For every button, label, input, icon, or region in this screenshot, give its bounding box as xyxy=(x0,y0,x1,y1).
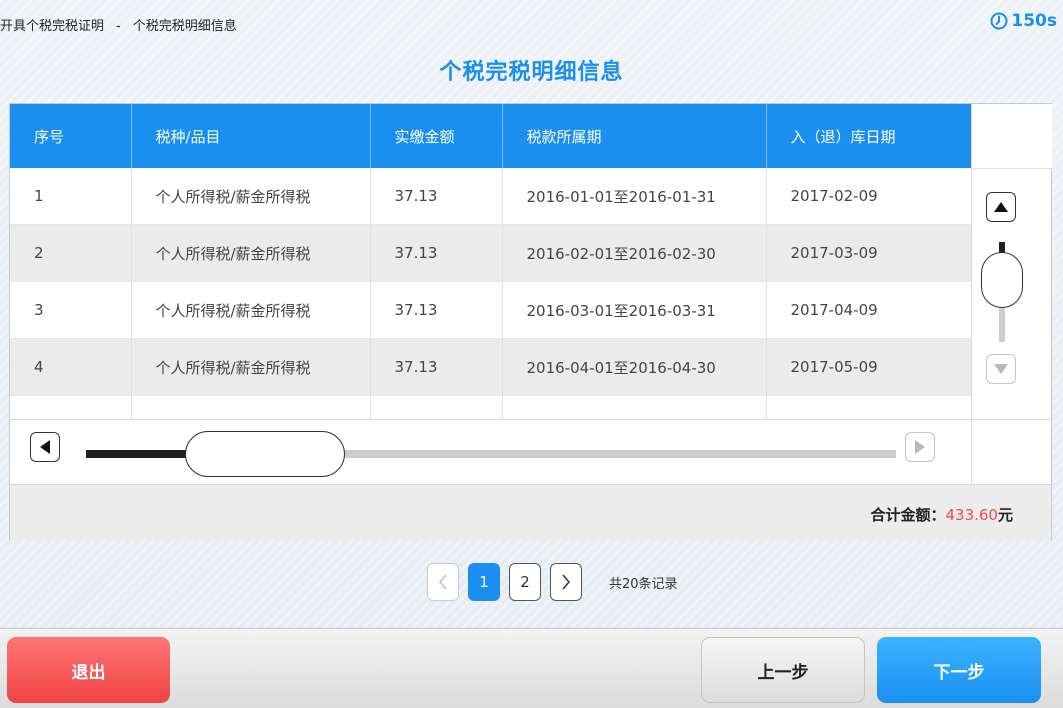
table-cell: 37.13 xyxy=(370,338,503,396)
footer-bar: 退出 上一步 下一步 xyxy=(0,628,1063,708)
scroll-up-button[interactable] xyxy=(986,192,1016,222)
column-header: 序号 xyxy=(10,104,132,168)
table-cell: 3 xyxy=(10,281,132,339)
table-row[interactable]: 3 个人所得税/薪金所得税 37.13 2016-03-01至2016-03-31 20… xyxy=(10,281,971,339)
table-row[interactable]: 1 个人所得税/薪金所得税 37.13 2016-01-01至2016-01-31 20… xyxy=(10,168,971,225)
record-count: 共20条记录 xyxy=(609,576,678,592)
pagination: 12 共20条记录 xyxy=(427,563,678,601)
table-cell xyxy=(502,395,767,419)
table-cell: 个人所得税/薪金所得税 xyxy=(131,281,371,339)
page-number-list: 12 xyxy=(468,563,541,601)
table-cell: 2016-03-01至2016-03-31 xyxy=(502,281,767,339)
table-body: 1 个人所得税/薪金所得税 37.13 2016-01-01至2016-01-31 20… xyxy=(10,168,971,419)
table-cell: 2017-03-09 xyxy=(766,224,971,282)
table-cell: 2 xyxy=(10,224,132,282)
table-cell: 2017-02-09 xyxy=(766,168,971,225)
table-cell: 37.13 xyxy=(370,224,503,282)
breadcrumb-current: 个税完税明细信息 xyxy=(132,19,237,34)
horizontal-scrollbar xyxy=(10,419,1051,485)
total-value: 433.60 xyxy=(945,506,998,524)
previous-step-button[interactable]: 上一步 xyxy=(701,637,865,703)
page-title: 个税完税明细信息 xyxy=(439,60,624,85)
scroll-down-button[interactable] xyxy=(986,354,1016,384)
total-unit: 元 xyxy=(997,506,1013,524)
breadcrumb-parent: 开具个税完税证明 xyxy=(0,19,105,34)
horizontal-scroll-thumb[interactable] xyxy=(185,431,345,477)
next-step-button[interactable]: 下一步 xyxy=(877,637,1041,703)
vertical-scrollbar xyxy=(971,104,1052,419)
vertical-scroll-thumb[interactable] xyxy=(981,252,1023,308)
table-cell xyxy=(766,395,971,419)
table-row[interactable]: 2 个人所得税/薪金所得税 37.13 2016-02-01至2016-02-30 20… xyxy=(10,224,971,282)
prev-page-button[interactable] xyxy=(427,563,459,601)
page-button-2[interactable]: 2 xyxy=(509,563,541,601)
tax-detail-table: 序号 税种/品目 实缴金额 税款所属期 入（退）库日期 1 个人所得税/薪金所得税 37.1… xyxy=(10,104,971,419)
header-corner-cell xyxy=(972,104,1052,169)
detail-panel: 序号 税种/品目 实缴金额 税款所属期 入（退）库日期 1 个人所得税/薪金所得税 37.1… xyxy=(9,103,1052,540)
column-header: 税种/品目 xyxy=(131,104,371,168)
breadcrumb-separator: - xyxy=(116,19,121,34)
total-label: 合计金额： xyxy=(870,506,946,524)
triangle-right-icon xyxy=(915,440,925,454)
triangle-left-icon xyxy=(40,440,50,454)
total-bar: 合计金额：433.60元 xyxy=(10,484,1051,540)
table-cell: 2016-04-01至2016-04-30 xyxy=(502,338,767,396)
page-button-1[interactable]: 1 xyxy=(468,563,500,601)
table-cell: 37.13 xyxy=(370,168,503,225)
table-cell: 1 xyxy=(10,168,132,225)
table-cell: 4 xyxy=(10,338,132,396)
exit-button[interactable]: 退出 xyxy=(7,637,170,703)
table-cell: 37.13 xyxy=(370,281,503,339)
total-amount: 合计金额：433.60元 xyxy=(870,504,1013,525)
triangle-down-icon xyxy=(994,364,1008,374)
table-cell: 个人所得税/薪金所得税 xyxy=(131,338,371,396)
timer-label: 150s xyxy=(1011,11,1057,31)
countdown-timer: 150s xyxy=(990,11,1057,31)
chevron-right-icon xyxy=(562,574,570,590)
table-cell: 2016-02-01至2016-02-30 xyxy=(502,224,767,282)
table-row-partial xyxy=(10,395,971,419)
scroll-left-button[interactable] xyxy=(30,432,60,462)
next-page-button[interactable] xyxy=(550,563,582,601)
table-cell xyxy=(370,395,503,419)
triangle-up-icon xyxy=(994,202,1008,212)
breadcrumb: 开具个税完税证明 - 个税完税明细信息 xyxy=(0,15,237,34)
column-header: 入（退）库日期 xyxy=(766,104,971,168)
scrollbar-corner-cell xyxy=(971,420,1052,485)
table-header-row: 序号 税种/品目 实缴金额 税款所属期 入（退）库日期 xyxy=(10,104,971,168)
table-cell: 2017-05-09 xyxy=(766,338,971,396)
chevron-left-icon xyxy=(439,574,447,590)
horizontal-scroll-fill xyxy=(86,450,190,458)
table-row[interactable]: 4 个人所得税/薪金所得税 37.13 2016-04-01至2016-04-30 20… xyxy=(10,338,971,396)
column-header: 实缴金额 xyxy=(370,104,503,168)
clock-icon xyxy=(990,12,1008,30)
column-header: 税款所属期 xyxy=(502,104,767,168)
table-cell xyxy=(10,395,132,419)
table-cell xyxy=(131,395,371,419)
table-cell: 2016-01-01至2016-01-31 xyxy=(502,168,767,225)
table-cell: 个人所得税/薪金所得税 xyxy=(131,168,371,225)
table-cell: 2017-04-09 xyxy=(766,281,971,339)
table-cell: 个人所得税/薪金所得税 xyxy=(131,224,371,282)
scroll-right-button[interactable] xyxy=(905,432,935,462)
tax-detail-table-area: 序号 税种/品目 实缴金额 税款所属期 入（退）库日期 1 个人所得税/薪金所得税 37.1… xyxy=(10,104,971,419)
